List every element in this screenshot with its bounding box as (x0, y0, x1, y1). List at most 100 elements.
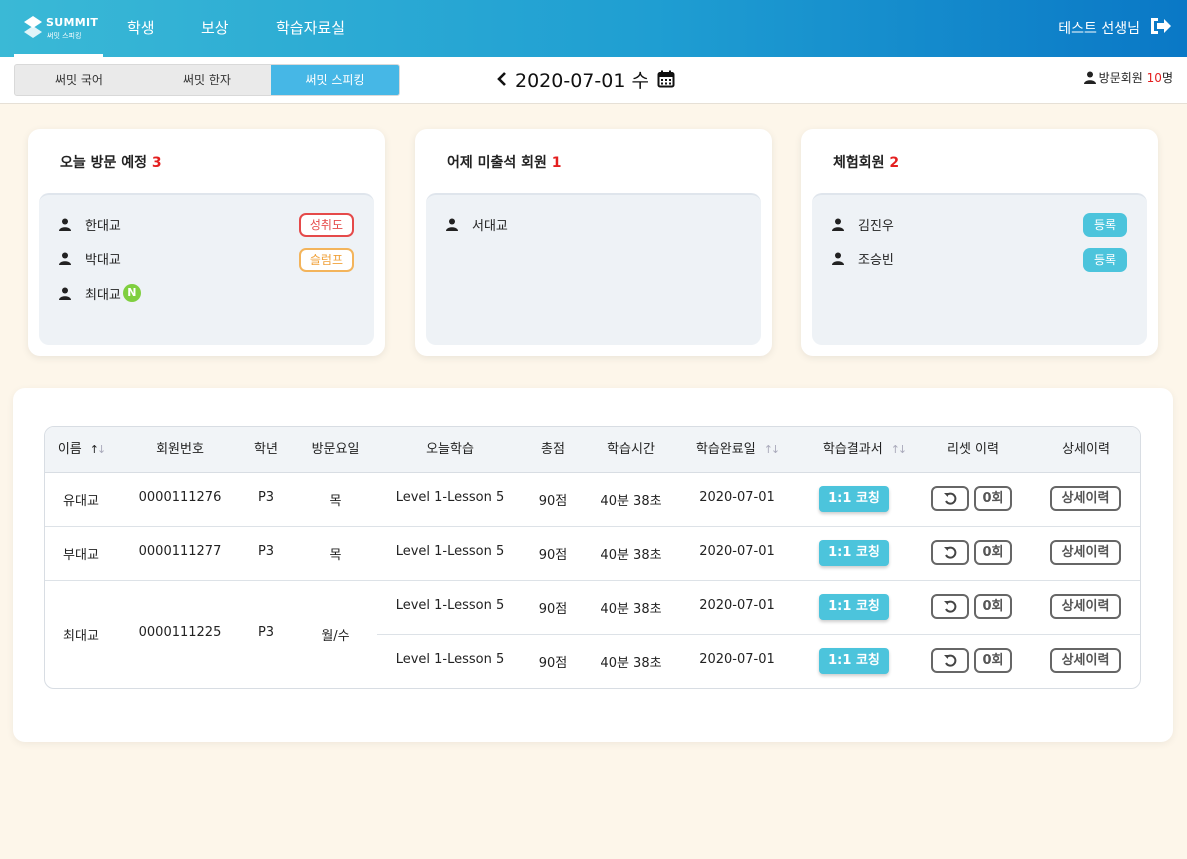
row-divider (377, 634, 1140, 635)
user-name: 테스트 선생님 (1058, 21, 1140, 37)
undo-icon (943, 654, 956, 667)
user-icon (59, 218, 71, 231)
detail-history-button[interactable]: 상세이력 (1050, 486, 1121, 511)
member-name: 김진우 (858, 218, 894, 234)
cell-day: 월/수 (321, 629, 350, 644)
new-badge: N (122, 284, 141, 302)
reset-button[interactable] (931, 540, 969, 565)
calendar-icon[interactable] (657, 70, 675, 88)
col-score-header: 총점 (541, 442, 565, 457)
top-navigation-bar: SUMMIT 써밋 스피킹 학생 보상 학습자료실 테스트 선생님 (0, 0, 1187, 57)
member-list: 서대교 (426, 193, 761, 345)
member-item[interactable]: 박대교 (59, 246, 121, 270)
member-item[interactable]: 서대교 (446, 212, 508, 236)
cell-day: 목 (329, 548, 342, 563)
detail-history-button[interactable]: 상세이력 (1050, 540, 1121, 565)
coaching-button[interactable]: 1:1 코칭 (819, 648, 889, 674)
cell-grade: P3 (257, 544, 275, 559)
cell-lesson: Level 1-Lesson 5 (395, 598, 505, 613)
card-count: 1 (551, 155, 562, 171)
card-count: 2 (889, 155, 900, 171)
header-label: 학습완료일 (695, 442, 756, 457)
reset-count-badge[interactable]: 0회 (974, 540, 1012, 565)
card-title: 체험회원 2 (833, 152, 899, 172)
cell-grade: P3 (257, 625, 275, 640)
cell-time: 40분 38초 (600, 494, 662, 509)
reset-count-badge[interactable]: 0회 (974, 594, 1012, 619)
cell-name: 최대교 (63, 629, 99, 644)
col-date-header[interactable]: 학습완료일 ↑↓ (674, 427, 800, 473)
summit-logo[interactable]: SUMMIT 써밋 스피킹 (14, 0, 103, 57)
coaching-button[interactable]: 1:1 코칭 (819, 486, 889, 512)
undo-icon (943, 492, 956, 505)
card-title-text: 체험회원 (833, 155, 885, 171)
detail-history-button[interactable]: 상세이력 (1050, 594, 1121, 619)
card-count: 3 (151, 155, 162, 171)
reset-button[interactable] (931, 594, 969, 619)
brand-name: SUMMIT (46, 16, 99, 29)
chevron-left-icon[interactable] (495, 69, 509, 89)
col-grade-header: 학년 (254, 442, 278, 457)
student-table-panel: 이름 ↑↓ 회원번호 학년 방문요일 오늘학습 총점 학습시간 학습완료일 ↑↓ 학… (13, 388, 1173, 742)
coaching-button[interactable]: 1:1 코칭 (819, 540, 889, 566)
col-result-header[interactable]: 학습결과서 ↑↓ (800, 427, 928, 473)
cell-name: 유대교 (63, 494, 99, 509)
slump-tag[interactable]: 슬럼프 (298, 248, 354, 272)
register-button[interactable]: 등록 (1083, 248, 1127, 272)
absent-yesterday-card: 어제 미출석 회원 1 서대교 (415, 129, 772, 356)
tab-speaking[interactable]: 써밋 스피킹 (271, 65, 399, 95)
member-item[interactable]: 최대교 N (59, 281, 141, 305)
member-name: 한대교 (85, 218, 121, 234)
user-icon (1083, 71, 1096, 84)
reset-button[interactable] (931, 486, 969, 511)
undo-icon (943, 546, 956, 559)
cell-score: 90점 (538, 656, 568, 671)
register-button[interactable]: 등록 (1083, 213, 1127, 237)
sort-icon[interactable]: ↑↓ (891, 443, 908, 456)
header-label: 이름 (57, 442, 82, 457)
col-reset-header: 리셋 이력 (947, 442, 999, 457)
current-date: 2020-07-01 수 (515, 69, 649, 92)
course-tabs: 써밋 국어 써밋 한자 써밋 스피킹 (14, 64, 400, 96)
sort-icon[interactable]: ↑↓ (764, 443, 781, 456)
logout-icon[interactable] (1148, 14, 1172, 38)
undo-icon (943, 600, 956, 613)
member-list: 한대교 성취도 박대교 슬럼프 최대교 N (39, 193, 374, 345)
nav-students[interactable]: 학생 (127, 17, 155, 38)
tab-korean[interactable]: 써밋 국어 (15, 65, 143, 95)
summit-logo-icon (24, 16, 42, 38)
nav-rewards[interactable]: 보상 (201, 17, 229, 38)
reset-count-badge[interactable]: 0회 (974, 486, 1012, 511)
cell-id: 0000111276 (138, 490, 222, 505)
student-table: 이름 ↑↓ 회원번호 학년 방문요일 오늘학습 총점 학습시간 학습완료일 ↑↓ 학… (44, 426, 1141, 689)
coaching-button[interactable]: 1:1 코칭 (819, 594, 889, 620)
card-title-text: 어제 미출석 회원 (447, 155, 547, 171)
brand-sub: 써밋 스피킹 (47, 32, 82, 40)
cell-lesson: Level 1-Lesson 5 (395, 490, 505, 505)
nav-materials[interactable]: 학습자료실 (276, 17, 345, 38)
member-item[interactable]: 조승빈 (832, 246, 894, 270)
sort-asc-icon[interactable]: ↑↓ (90, 443, 107, 456)
reset-button[interactable] (931, 648, 969, 673)
user-icon (832, 218, 844, 231)
cell-score: 90점 (538, 494, 568, 509)
visit-unit: 명 (1161, 71, 1173, 85)
tab-hanja[interactable]: 써밋 한자 (143, 65, 271, 95)
col-name-header[interactable]: 이름 ↑↓ (45, 427, 117, 473)
reset-count-badge[interactable]: 0회 (974, 648, 1012, 673)
member-name: 서대교 (472, 218, 508, 234)
member-item[interactable]: 김진우 (832, 212, 894, 236)
achievement-tag[interactable]: 성취도 (298, 213, 354, 237)
member-item[interactable]: 한대교 (59, 212, 121, 236)
row-divider (45, 526, 1140, 527)
cell-id: 0000111225 (138, 625, 222, 640)
today-visit-card: 오늘 방문 예정 3 한대교 성취도 박대교 슬럼프 최대교 N (28, 129, 385, 356)
row-divider (45, 580, 1140, 581)
cell-date: 2020-07-01 (699, 544, 775, 559)
cell-date: 2020-07-01 (699, 652, 775, 667)
header-label: 학습결과서 (822, 442, 883, 457)
detail-history-button[interactable]: 상세이력 (1050, 648, 1121, 673)
user-icon (59, 252, 71, 265)
sub-toolbar: 써밋 국어 써밋 한자 써밋 스피킹 2020-07-01 수 방문회원 10 명 (0, 57, 1187, 104)
cell-day: 목 (329, 494, 342, 509)
